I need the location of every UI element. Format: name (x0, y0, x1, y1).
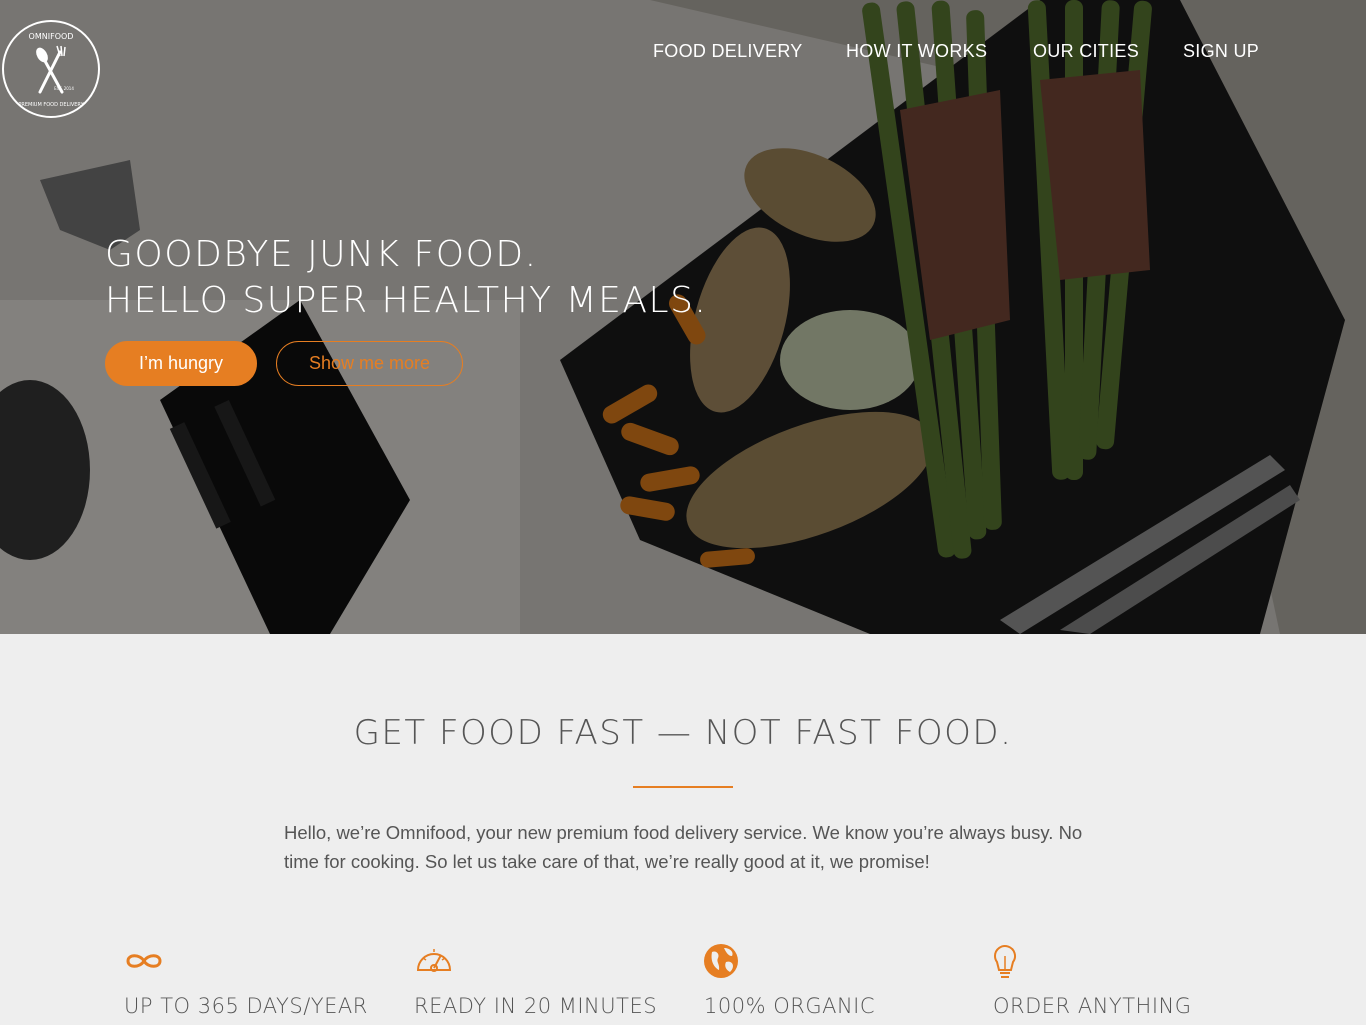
feature-label: READY IN 20 MINUTES (414, 994, 658, 1018)
features-intro: Hello, we’re Omnifood, your new premium … (284, 822, 1083, 872)
hero-section: OMNIFOOD EST. 2014 PREMIUM FOOD DELIVERY… (0, 0, 1366, 634)
logo-subtext: PREMIUM FOOD DELIVERY (18, 102, 84, 108)
show-me-more-button[interactable]: Show me more (276, 341, 463, 386)
im-hungry-button[interactable]: I’m hungry (105, 341, 257, 386)
nav-how-it-works[interactable]: HOW IT WORKS (846, 41, 987, 62)
feature-label: 100% ORGANIC (704, 994, 876, 1018)
fork-spoon-icon: OMNIFOOD EST. 2014 PREMIUM FOOD DELIVERY (18, 32, 84, 108)
globe-icon (704, 944, 738, 978)
features-title: GET FOOD FAST — NOT FAST FOOD. (353, 713, 1013, 753)
omnifood-logo[interactable]: OMNIFOOD EST. 2014 PREMIUM FOOD DELIVERY (2, 20, 100, 118)
lightbulb-icon (993, 945, 1016, 978)
hero-headline: GOODBYE JUNK FOOD. HELLO SUPER HEALTHY M… (105, 232, 865, 324)
title-divider (633, 786, 733, 788)
infinity-icon (126, 954, 162, 968)
headline-line-1: GOODBYE JUNK FOOD. (105, 234, 538, 275)
logo-text: OMNIFOOD (29, 32, 74, 41)
headline-line-2: HELLO SUPER HEALTHY MEALS. (105, 280, 708, 321)
nav-our-cities[interactable]: OUR CITIES (1033, 41, 1139, 62)
feature-label: UP TO 365 DAYS/YEAR (124, 994, 368, 1018)
nav-sign-up[interactable]: SIGN UP (1183, 41, 1259, 62)
feature-label: ORDER ANYTHING (993, 994, 1192, 1018)
nav-food-delivery[interactable]: FOOD DELIVERY (653, 41, 803, 62)
speedometer-icon (416, 949, 452, 972)
logo-est: EST. 2014 (54, 86, 74, 91)
